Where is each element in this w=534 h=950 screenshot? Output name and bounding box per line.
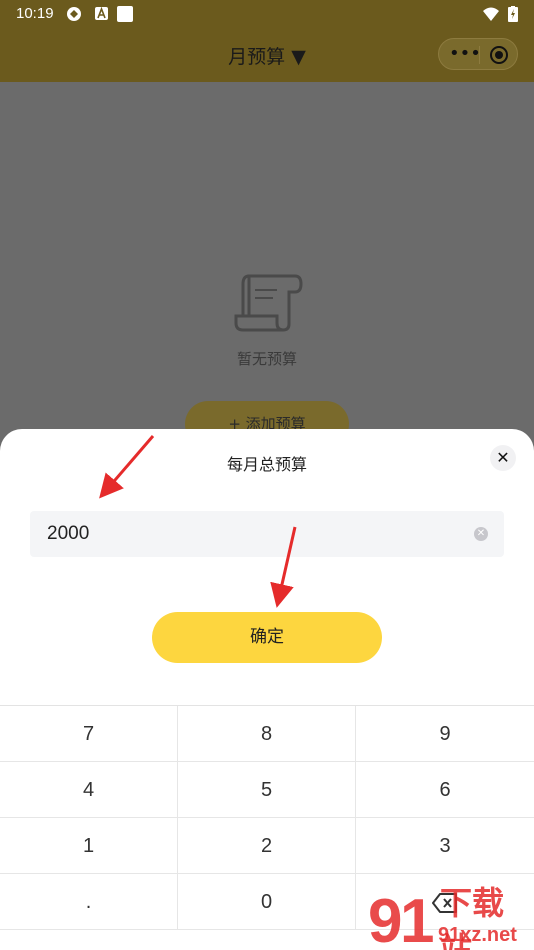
confirm-button[interactable]: 确定 [152, 612, 382, 663]
close-miniprogram-icon[interactable] [490, 46, 508, 64]
close-button[interactable]: ✕ [490, 445, 516, 471]
key-2[interactable]: 2 [178, 818, 356, 874]
watermark-site: 91xz.net [438, 924, 517, 946]
key-7[interactable]: 7 [0, 706, 178, 762]
key-3[interactable]: 3 [356, 818, 534, 874]
budget-amount-input[interactable]: 2000 ✕ [30, 511, 504, 557]
capsule-divider [479, 46, 480, 64]
empty-scroll-icon [234, 274, 303, 332]
miniprogram-capsule: ••• [438, 38, 518, 70]
notification-square-icon [117, 6, 133, 22]
amount-value: 2000 [47, 523, 90, 544]
sheet-title: 每月总预算 [226, 455, 307, 474]
key-0[interactable]: 0 [178, 874, 356, 930]
battery-icon [508, 6, 518, 22]
app-header: 月预算 ▼ ••• [0, 28, 534, 82]
key-9[interactable]: 9 [356, 706, 534, 762]
key-5[interactable]: 5 [178, 762, 356, 818]
empty-state-text: 暂无预算 [236, 350, 297, 368]
svg-text:9: 9 [368, 887, 402, 950]
app-a-icon [95, 6, 108, 20]
status-bar: 10:19 [0, 0, 534, 28]
key-4[interactable]: 4 [0, 762, 178, 818]
key-decimal[interactable]: . [0, 874, 178, 930]
wifi-icon [483, 7, 499, 21]
sync-icon [67, 7, 81, 21]
key-6[interactable]: 6 [356, 762, 534, 818]
budget-bottom-sheet: 每月总预算 ✕ 2000 ✕ 确定 7 8 9 4 5 6 1 2 3 . 0 [0, 429, 534, 950]
more-icon[interactable]: ••• [449, 43, 481, 64]
key-8[interactable]: 8 [178, 706, 356, 762]
key-1[interactable]: 1 [0, 818, 178, 874]
svg-text:1: 1 [400, 887, 434, 950]
status-time: 10:19 [16, 5, 54, 22]
watermark-logo: 9 1 下载站 91xz.net [364, 880, 534, 950]
clear-input-icon[interactable]: ✕ [474, 527, 488, 541]
